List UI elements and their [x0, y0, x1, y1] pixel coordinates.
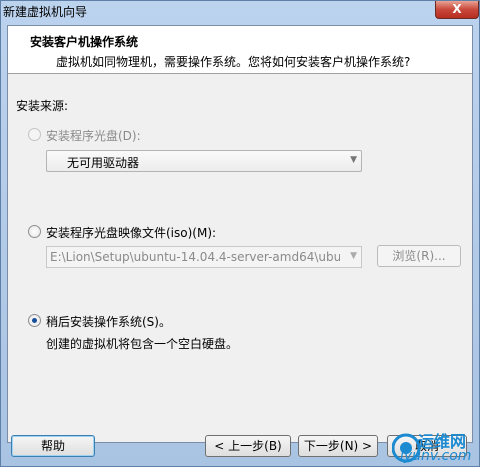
iso-option-label: 安装程序光盘映像文件(iso)(M):	[46, 226, 217, 240]
disc-option-label: 安装程序光盘(D):	[46, 129, 141, 143]
iso-radio[interactable]	[28, 225, 41, 238]
wizard-header: 安装客户机操作系统 虚拟机如同物理机，需要操作系统。您将如何安装客户机操作系统?	[8, 26, 472, 74]
drive-select-value: 无可用驱动器	[67, 156, 140, 170]
install-source-label: 安装来源:	[16, 99, 69, 113]
page-title: 安装客户机操作系统	[30, 35, 139, 49]
later-option-label: 稍后安装操作系统(S)。	[46, 315, 171, 329]
title-bar: 新建虚拟机向导 X	[1, 1, 479, 21]
browse-button[interactable]: 浏览(R)...	[377, 245, 461, 267]
drive-select[interactable]: 无可用驱动器 ▼	[46, 150, 362, 172]
next-button[interactable]: 下一步(N) >	[298, 435, 378, 457]
back-button[interactable]: < 上一步(B)	[205, 435, 291, 457]
page-subtitle: 虚拟机如同物理机，需要操作系统。您将如何安装客户机操作系统?	[56, 55, 411, 69]
later-radio[interactable]	[28, 314, 41, 327]
wizard-window: 新建虚拟机向导 X 安装客户机操作系统 虚拟机如同物理机，需要操作系统。您将如何…	[0, 0, 480, 467]
later-option-description: 创建的虚拟机将包含一个空白硬盘。	[46, 337, 239, 351]
chevron-down-icon: ▼	[350, 155, 357, 165]
chevron-down-icon: ▼	[350, 251, 357, 261]
disc-radio[interactable]	[28, 128, 41, 141]
wizard-content: 安装客户机操作系统 虚拟机如同物理机，需要操作系统。您将如何安装客户机操作系统?…	[7, 25, 473, 443]
window-title: 新建虚拟机向导	[3, 5, 88, 19]
close-button[interactable]: X	[435, 1, 479, 19]
iso-path-value: E:\Lion\Setup\ubuntu-14.04.4-server-amd6…	[50, 250, 340, 264]
help-button[interactable]: 帮助	[11, 435, 95, 457]
iso-path-combo[interactable]: E:\Lion\Setup\ubuntu-14.04.4-server-amd6…	[46, 246, 362, 268]
watermark-text-bottom: iyunv.com	[400, 448, 472, 464]
